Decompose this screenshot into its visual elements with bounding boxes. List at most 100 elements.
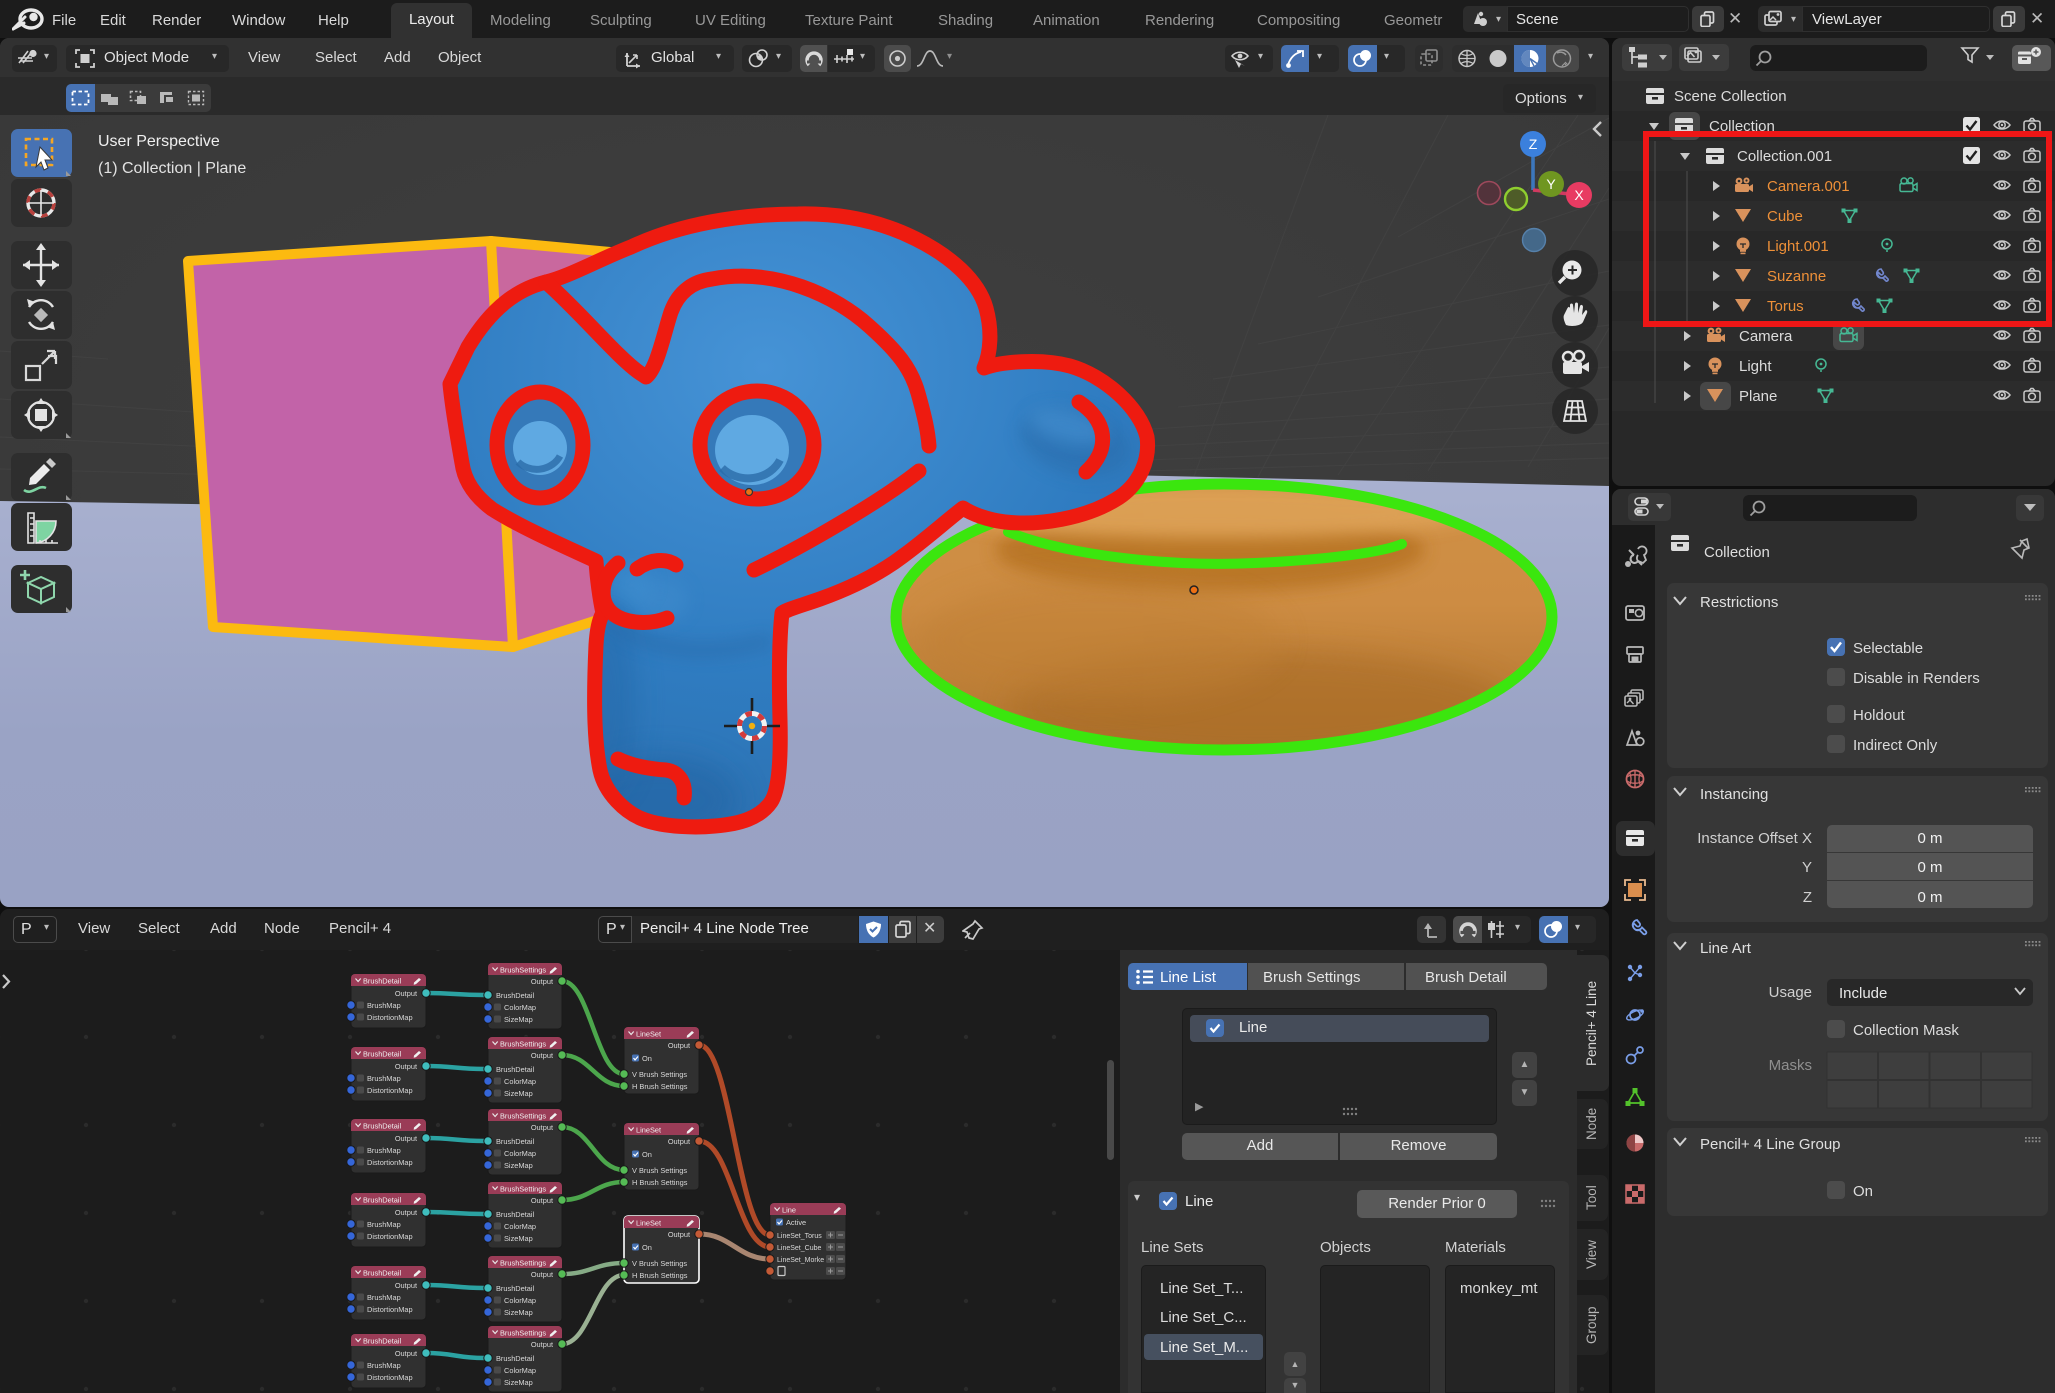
svg-text:H Brush Settings: H Brush Settings — [632, 1178, 688, 1187]
svg-text:Output: Output — [395, 1281, 417, 1290]
svg-text:LineSet: LineSet — [636, 1029, 661, 1038]
svg-text:SizeMap: SizeMap — [504, 1234, 533, 1243]
svg-text:V Brush Settings: V Brush Settings — [632, 1166, 687, 1175]
svg-text:BrushDetail: BrushDetail — [363, 1195, 402, 1204]
svg-text:Output: Output — [531, 1196, 553, 1205]
svg-text:Indirect Only: Indirect Only — [1853, 737, 1938, 754]
svg-text:BrushDetail: BrushDetail — [496, 1354, 535, 1363]
svg-text:V Brush Settings: V Brush Settings — [632, 1259, 687, 1268]
svg-text:BrushMap: BrushMap — [367, 1361, 401, 1370]
svg-text:DistortionMap: DistortionMap — [367, 1086, 413, 1095]
svg-text:SizeMap: SizeMap — [504, 1378, 533, 1387]
svg-text:BrushSettings: BrushSettings — [500, 1258, 546, 1267]
svg-text:DistortionMap: DistortionMap — [367, 1305, 413, 1314]
svg-text:BrushDetail: BrushDetail — [496, 1137, 535, 1146]
svg-text:ColorMap: ColorMap — [504, 1077, 536, 1086]
svg-text:DistortionMap: DistortionMap — [367, 1013, 413, 1022]
svg-text:LineSet_Torus: LineSet_Torus — [777, 1233, 822, 1240]
svg-text:Z: Z — [1803, 889, 1812, 906]
svg-text:(1) Collection | Plane: (1) Collection | Plane — [98, 160, 246, 177]
svg-text:BrushMap: BrushMap — [367, 1293, 401, 1302]
svg-text:BrushSettings: BrushSettings — [500, 1111, 546, 1120]
svg-text:Output: Output — [668, 1230, 690, 1239]
svg-text:BrushDetail: BrushDetail — [496, 991, 535, 1000]
svg-text:BrushDetail: BrushDetail — [496, 1210, 535, 1219]
svg-text:Output: Output — [395, 1208, 417, 1217]
svg-text:0 m: 0 m — [1917, 889, 1942, 906]
svg-text:Collection.001: Collection.001 — [1737, 148, 1832, 165]
svg-text:BrushDetail: BrushDetail — [363, 1336, 402, 1345]
svg-text:Camera.001: Camera.001 — [1767, 178, 1850, 195]
svg-text:Output: Output — [668, 1041, 690, 1050]
svg-text:Output: Output — [395, 1062, 417, 1071]
svg-text:Output: Output — [395, 989, 417, 998]
svg-text:ColorMap: ColorMap — [504, 1222, 536, 1231]
svg-text:Z: Z — [1529, 136, 1538, 152]
svg-text:Active: Active — [786, 1218, 806, 1227]
svg-text:BrushMap: BrushMap — [367, 1074, 401, 1083]
svg-text:LineSet_Morke: LineSet_Morke — [777, 1257, 824, 1264]
svg-text:Output: Output — [668, 1137, 690, 1146]
svg-text:BrushDetail: BrushDetail — [363, 976, 402, 985]
svg-text:Line: Line — [782, 1205, 796, 1214]
svg-text:Instance Offset X: Instance Offset X — [1697, 830, 1812, 847]
svg-text:Instancing: Instancing — [1700, 786, 1768, 803]
svg-text:Scene Collection: Scene Collection — [1674, 88, 1787, 105]
svg-text:Plane: Plane — [1739, 388, 1777, 405]
svg-text:On: On — [642, 1243, 652, 1252]
svg-text:Masks: Masks — [1769, 1057, 1812, 1074]
svg-text:Output: Output — [531, 1270, 553, 1279]
svg-text:BrushSettings: BrushSettings — [500, 1328, 546, 1337]
svg-text:BrushDetail: BrushDetail — [363, 1121, 402, 1130]
svg-text:LineSet: LineSet — [636, 1125, 661, 1134]
svg-text:Collection Mask: Collection Mask — [1853, 1022, 1959, 1039]
svg-text:Usage: Usage — [1769, 984, 1812, 1001]
svg-text:ColorMap: ColorMap — [504, 1366, 536, 1375]
svg-text:SizeMap: SizeMap — [504, 1161, 533, 1170]
svg-text:H Brush Settings: H Brush Settings — [632, 1271, 688, 1280]
svg-text:User Perspective: User Perspective — [98, 133, 220, 150]
svg-text:H Brush Settings: H Brush Settings — [632, 1082, 688, 1091]
svg-text:Cube: Cube — [1767, 208, 1803, 225]
svg-text:On: On — [642, 1054, 652, 1063]
svg-text:On: On — [1853, 1183, 1873, 1200]
svg-text:Line Art: Line Art — [1700, 940, 1752, 957]
svg-text:Disable in Renders: Disable in Renders — [1853, 670, 1980, 687]
svg-text:0 m: 0 m — [1917, 859, 1942, 876]
svg-text:Y: Y — [1546, 176, 1556, 192]
svg-text:Output: Output — [531, 1340, 553, 1349]
svg-text:SizeMap: SizeMap — [504, 1308, 533, 1317]
svg-text:BrushSettings: BrushSettings — [500, 965, 546, 974]
svg-text:ColorMap: ColorMap — [504, 1296, 536, 1305]
svg-text:BrushMap: BrushMap — [367, 1220, 401, 1229]
svg-text:BrushMap: BrushMap — [367, 1146, 401, 1155]
svg-text:LineSet: LineSet — [636, 1218, 661, 1227]
svg-text:SizeMap: SizeMap — [504, 1015, 533, 1024]
svg-text:Collection: Collection — [1704, 544, 1770, 561]
svg-text:On: On — [642, 1150, 652, 1159]
svg-text:ColorMap: ColorMap — [504, 1003, 536, 1012]
svg-text:Include: Include — [1839, 985, 1887, 1002]
svg-text:Output: Output — [395, 1134, 417, 1143]
svg-text:LineSet_Cube: LineSet_Cube — [777, 1245, 821, 1252]
svg-text:BrushDetail: BrushDetail — [496, 1284, 535, 1293]
svg-text:BrushSettings: BrushSettings — [500, 1039, 546, 1048]
svg-text:Y: Y — [1802, 859, 1812, 876]
svg-text:BrushMap: BrushMap — [367, 1001, 401, 1010]
svg-text:SizeMap: SizeMap — [504, 1089, 533, 1098]
svg-text:Output: Output — [395, 1349, 417, 1358]
svg-text:Output: Output — [531, 1051, 553, 1060]
svg-text:Holdout: Holdout — [1853, 707, 1906, 724]
svg-text:BrushDetail: BrushDetail — [363, 1268, 402, 1277]
svg-text:Light.001: Light.001 — [1767, 238, 1829, 255]
svg-text:Light: Light — [1739, 358, 1772, 375]
svg-text:Output: Output — [531, 977, 553, 986]
svg-text:X: X — [1574, 187, 1584, 203]
svg-text:Pencil+ 4 Line Group: Pencil+ 4 Line Group — [1700, 1136, 1841, 1153]
svg-text:DistortionMap: DistortionMap — [367, 1158, 413, 1167]
svg-text:Suzanne: Suzanne — [1767, 268, 1826, 285]
svg-text:ColorMap: ColorMap — [504, 1149, 536, 1158]
svg-text:BrushDetail: BrushDetail — [363, 1049, 402, 1058]
svg-text:Torus: Torus — [1767, 298, 1804, 315]
svg-text:DistortionMap: DistortionMap — [367, 1373, 413, 1382]
